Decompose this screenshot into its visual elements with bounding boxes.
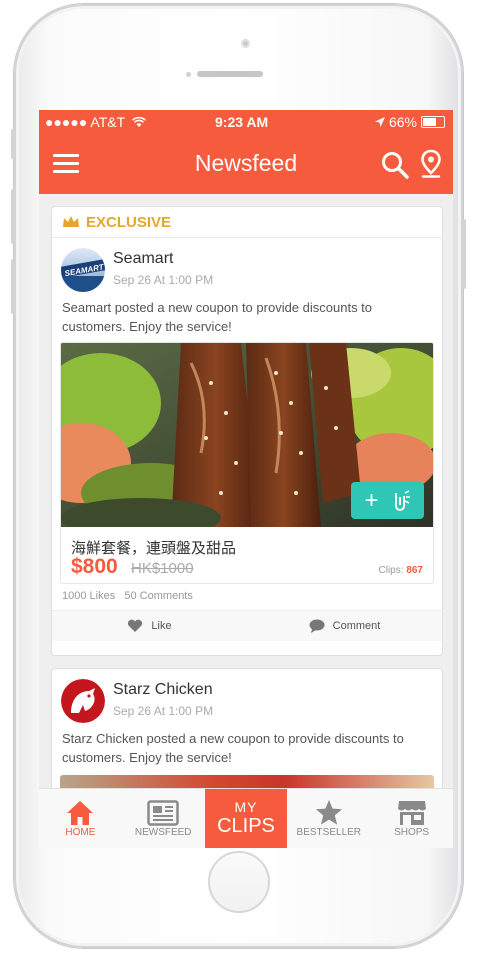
post-header: Starz Chicken Sep 26 At 1:00 PM xyxy=(52,669,442,729)
clips-count: Clips: 867 xyxy=(379,565,423,576)
carrier-label: ●●●●● AT&T xyxy=(45,114,146,130)
clips-label: Clips: xyxy=(378,565,404,576)
post-author[interactable]: Starz Chicken xyxy=(113,681,213,699)
coupon-info: 海鮮套餐，連頭盤及甜品 $800 HK$1000 Clips: 867 xyxy=(61,527,433,583)
clock: 9:23 AM xyxy=(215,114,269,130)
post-date: Sep 26 At 1:00 PM xyxy=(113,704,214,718)
likes-count[interactable]: 1000 Likes xyxy=(62,590,115,602)
tab-home-label: HOME xyxy=(65,827,96,838)
exclusive-banner: EXCLUSIVE xyxy=(52,207,442,238)
add-clip-button[interactable]: + xyxy=(351,482,424,519)
carrier-text: ●●●●● AT&T xyxy=(45,114,125,130)
clip-icon xyxy=(394,489,410,511)
star-icon xyxy=(315,800,342,825)
comment-button[interactable]: Comment xyxy=(247,611,442,641)
status-bar: ●●●●● AT&T 9:23 AM 66% xyxy=(39,110,453,134)
exclusive-label: EXCLUSIVE xyxy=(86,213,172,231)
home-button[interactable] xyxy=(208,851,270,913)
post-card: EXCLUSIVE SEAMART Seamart Sep 26 At 1:00… xyxy=(51,206,443,656)
comments-count[interactable]: 50 Comments xyxy=(124,590,192,602)
tab-newsfeed-label: NEWSFEED xyxy=(134,827,192,838)
home-icon xyxy=(67,800,94,825)
proximity-sensor xyxy=(186,72,191,77)
post-text: Starz Chicken posted a new coupon to pro… xyxy=(62,731,404,765)
location-arrow-icon xyxy=(374,117,385,127)
battery-icon xyxy=(421,116,445,128)
plus-icon: + xyxy=(364,486,379,514)
post-actions: Like Comment xyxy=(52,611,442,641)
my-clips-top-label: MY xyxy=(234,799,258,815)
app-screen: ●●●●● AT&T 9:23 AM 66% Newsfeed EXCLUSIV… xyxy=(39,110,453,848)
post-author[interactable]: Seamart xyxy=(113,250,173,268)
battery-indicator: 66% xyxy=(374,114,445,130)
starz-chicken-logo-avatar[interactable] xyxy=(61,679,105,723)
crown-icon xyxy=(63,216,79,227)
search-icon[interactable] xyxy=(381,151,409,179)
comment-icon xyxy=(309,619,325,633)
tab-shops[interactable]: SHOPS xyxy=(370,789,453,848)
like-label: Like xyxy=(151,620,172,632)
my-clips-bottom-label: CLIPS xyxy=(217,815,275,837)
coupon-image: + xyxy=(61,343,433,527)
post-text: Seamart posted a new coupon to provide d… xyxy=(62,300,373,334)
comment-label: Comment xyxy=(332,620,381,632)
seamart-logo-avatar[interactable]: SEAMART xyxy=(61,248,105,292)
volume-down-button xyxy=(11,259,15,314)
coupon-original-price: HK$1000 xyxy=(131,560,194,577)
post-header: SEAMART Seamart Sep 26 At 1:00 PM xyxy=(52,238,442,298)
bottom-tab-bar: HOME NEWSFEED MY CLIPS BESTSELLER SHOPS xyxy=(39,788,453,848)
location-pin-icon[interactable] xyxy=(420,149,442,179)
tab-home[interactable]: HOME xyxy=(39,789,122,848)
coupon-price: $800 xyxy=(71,555,118,578)
newspaper-icon xyxy=(147,799,179,826)
app-bar: Newsfeed xyxy=(39,134,453,194)
battery-percent: 66% xyxy=(388,114,417,130)
post-stats: 1000 Likes 50 Comments xyxy=(52,584,442,611)
tab-my-clips[interactable]: MY CLIPS xyxy=(204,789,288,848)
clips-number: 867 xyxy=(406,565,423,576)
front-camera xyxy=(241,39,250,48)
tab-shops-label: SHOPS xyxy=(394,827,430,838)
shop-icon xyxy=(397,801,426,825)
tab-bestseller-label: BESTSELLER xyxy=(296,827,362,838)
coupon-card[interactable]: + 海鮮套餐，連頭盤及甜品 $800 HK$1000 Clips: 867 xyxy=(60,342,434,584)
earpiece-speaker xyxy=(197,71,263,77)
volume-up-button xyxy=(11,189,15,244)
power-button xyxy=(462,219,466,289)
tab-newsfeed[interactable]: NEWSFEED xyxy=(122,789,205,848)
like-button[interactable]: Like xyxy=(52,611,247,641)
tab-bestseller[interactable]: BESTSELLER xyxy=(287,789,370,848)
wifi-icon xyxy=(131,116,146,127)
heart-icon xyxy=(128,619,143,632)
post-date: Sep 26 At 1:00 PM xyxy=(113,273,214,287)
mute-switch xyxy=(11,129,15,159)
